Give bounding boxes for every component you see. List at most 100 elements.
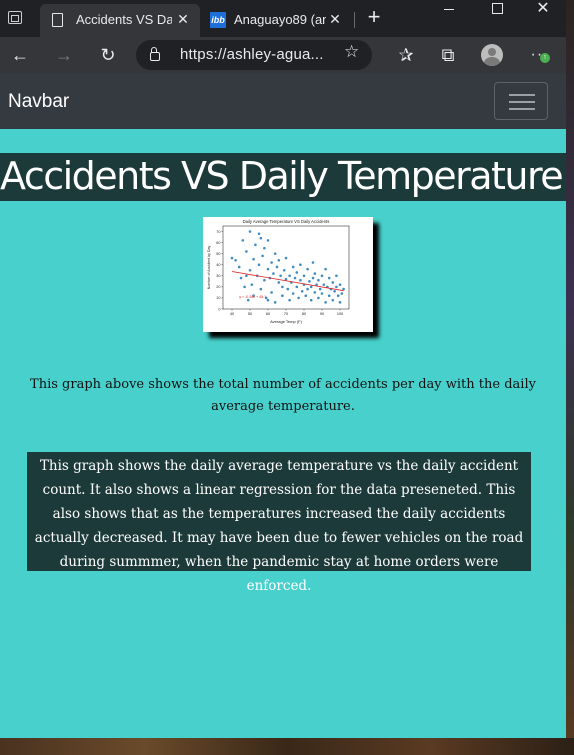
data-point (291, 292, 295, 295)
data-point (273, 252, 277, 255)
info-box: This graph shows the daily average tempe… (27, 452, 531, 594)
data-point (237, 265, 241, 269)
data-point (288, 274, 291, 278)
data-point (270, 291, 273, 294)
data-point (266, 239, 270, 242)
data-point (277, 259, 281, 262)
data-point (284, 277, 288, 281)
navbar-toggler-button[interactable] (494, 82, 548, 120)
data-point (245, 250, 248, 253)
y-tick-label: 0 (218, 307, 220, 311)
data-point (281, 285, 284, 289)
close-window-button[interactable]: ✕ (520, 0, 566, 20)
regression-equation: y = -0.28x + 45.1 (239, 295, 266, 299)
data-point (257, 263, 261, 267)
navbar-brand[interactable]: Navbar (8, 91, 69, 113)
x-tick-label: 90 (320, 312, 324, 316)
reload-icon[interactable]: ↻ (94, 41, 122, 69)
lock-icon[interactable] (150, 47, 160, 61)
data-point (245, 274, 248, 278)
data-point (241, 239, 245, 242)
x-tick-label: 70 (284, 312, 288, 316)
browser-toolbar: ← → ↻ https://ashley-agua... ☆ ✰ ⧉ ··· (0, 37, 566, 74)
data-point (300, 289, 304, 293)
favorites-icon[interactable]: ✰ (392, 41, 420, 69)
forward-icon[interactable]: → (50, 41, 78, 69)
minimize-button[interactable] (426, 0, 472, 20)
data-point (291, 265, 295, 269)
desktop-wallpaper-bottom (0, 738, 574, 755)
data-point (324, 267, 327, 271)
y-tick-label: 70 (216, 230, 220, 234)
desktop-wallpaper (566, 0, 574, 755)
add-favorite-icon[interactable]: ☆ (344, 42, 359, 62)
data-point (272, 272, 275, 275)
data-point (335, 274, 338, 278)
data-point (263, 278, 266, 282)
close-tab-icon[interactable]: ✕ (174, 10, 192, 28)
y-tick-label: 30 (216, 274, 220, 278)
update-badge: ↑ (540, 53, 550, 63)
data-point (277, 281, 281, 284)
data-point (295, 285, 299, 289)
data-point (309, 298, 313, 302)
browser-window: Accidents VS Daily Temperature ✕ ibb Ana… (0, 0, 566, 738)
address-bar[interactable]: https://ashley-agua... ☆ (136, 40, 372, 70)
data-point (279, 274, 282, 278)
data-point (336, 294, 340, 298)
y-axis-label: Number of Accident by Day (207, 246, 211, 290)
profile-icon[interactable] (478, 41, 506, 69)
data-point (309, 285, 313, 289)
data-point (281, 294, 284, 298)
data-point (327, 276, 331, 280)
tab-anaguayo[interactable]: ibb Anaguayo89 (anaguayo89) ✕ (202, 4, 352, 37)
y-tick-label: 50 (216, 252, 220, 256)
data-point (335, 285, 338, 289)
page-icon (52, 13, 63, 27)
data-point (333, 289, 336, 293)
x-tick-label: 40 (230, 312, 234, 316)
data-point (320, 274, 324, 278)
x-tick-label: 50 (248, 312, 252, 316)
data-point (243, 285, 246, 289)
ibb-favicon-icon: ibb (210, 12, 226, 28)
scatter-chart: Daily Average Temperature VS Daily Accid… (207, 219, 350, 324)
data-point (338, 283, 342, 286)
tab-title: Accidents VS Daily Temperature (76, 12, 172, 27)
collections-icon[interactable]: ⧉ (434, 41, 462, 69)
data-point (318, 287, 322, 291)
web-page: Navbar Accidents VS Daily Temperature Da… (0, 73, 566, 738)
title-band: Accidents VS Daily Temperature (0, 153, 566, 201)
data-point (248, 230, 252, 233)
data-point (254, 243, 257, 247)
data-point (306, 267, 309, 271)
data-point (250, 283, 254, 286)
url-text[interactable]: https://ashley-agua... (180, 46, 324, 63)
y-tick-label: 10 (216, 296, 220, 300)
avatar (481, 44, 503, 66)
maximize-button[interactable] (474, 0, 520, 20)
data-point (275, 265, 279, 269)
back-icon[interactable]: ← (6, 41, 34, 69)
page-title: Accidents VS Daily Temperature (0, 154, 564, 198)
new-tab-icon[interactable]: + (362, 6, 386, 30)
y-tick-label: 40 (216, 263, 220, 267)
data-point (259, 287, 263, 291)
x-tick-label: 100 (337, 312, 343, 316)
y-tick-label: 60 (216, 241, 220, 245)
x-axis-label: Average Temp (F) (270, 319, 303, 324)
data-point (263, 246, 266, 250)
data-point (261, 254, 264, 258)
x-tick-label: 60 (266, 312, 270, 316)
data-point (266, 267, 270, 271)
y-tick-label: 20 (216, 285, 220, 289)
data-point (252, 257, 255, 261)
close-tab-icon[interactable]: ✕ (326, 10, 344, 28)
navbar: Navbar (0, 73, 566, 129)
tab-actions-icon[interactable] (8, 11, 22, 24)
tab-accidents[interactable]: Accidents VS Daily Temperature ✕ (40, 4, 200, 37)
data-point (338, 301, 342, 304)
chart-title: Daily Average Temperature VS Daily Accid… (243, 219, 330, 224)
data-point (340, 292, 344, 295)
data-point (304, 294, 308, 298)
